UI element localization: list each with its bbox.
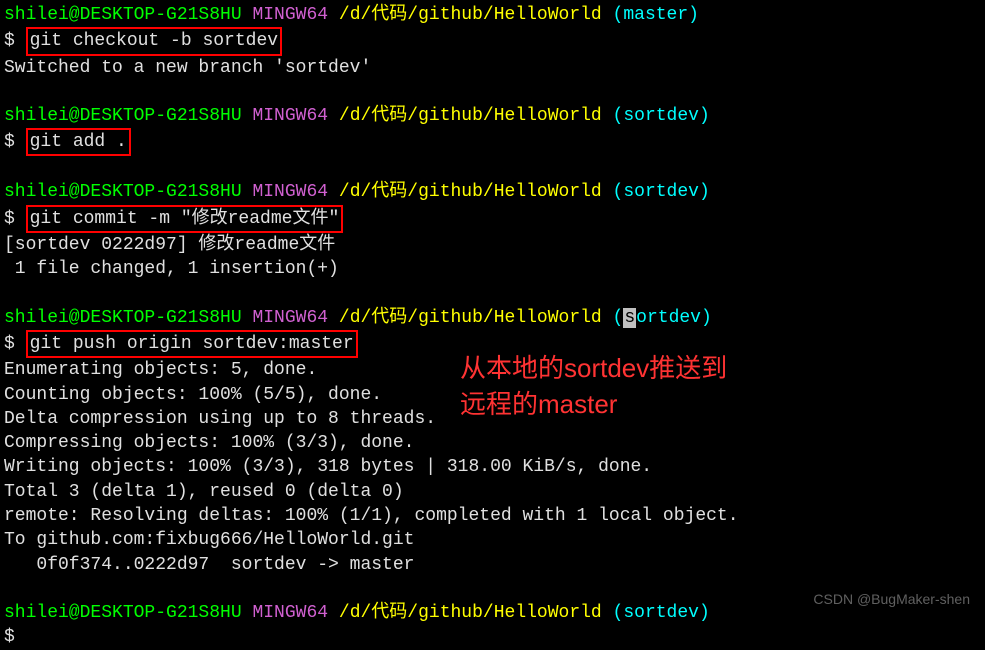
- output-to-remote: To github.com:fixbug666/HelloWorld.git: [4, 528, 981, 552]
- path-label: /d/代码/github/HelloWorld: [339, 182, 602, 202]
- dollar-sign: $: [4, 31, 26, 51]
- branch-label: (sortdev): [613, 182, 710, 202]
- env-label: MINGW64: [252, 106, 328, 126]
- output-ref-update: 0f0f374..0222d97 sortdev -> master: [4, 553, 981, 577]
- path-label: /d/代码/github/HelloWorld: [339, 5, 602, 25]
- branch-label: (sortdev): [613, 603, 710, 623]
- git-push-cmd: git push origin sortdev:master: [26, 330, 358, 358]
- output-files-changed: 1 file changed, 1 insertion(+): [4, 257, 981, 281]
- branch-rest: ortdev): [636, 308, 712, 328]
- command-line-1[interactable]: $ git checkout -b sortdev: [4, 27, 981, 55]
- prompt-line-3: shilei@DESKTOP-G21S8HU MINGW64 /d/代码/git…: [4, 180, 981, 204]
- command-line-2[interactable]: $ git add .: [4, 128, 981, 156]
- annotation-line-1: 从本地的sortdev推送到: [460, 350, 727, 386]
- output-commit-hash: [sortdev 0222d97] 修改readme文件: [4, 233, 981, 257]
- output-writing: Writing objects: 100% (3/3), 318 bytes |…: [4, 455, 981, 479]
- prompt-line-4: shilei@DESKTOP-G21S8HU MINGW64 /d/代码/git…: [4, 306, 981, 330]
- path-label: /d/代码/github/HelloWorld: [339, 106, 602, 126]
- prompt-line-1: shilei@DESKTOP-G21S8HU MINGW64 /d/代码/git…: [4, 3, 981, 27]
- user-host: shilei@DESKTOP-G21S8HU: [4, 5, 242, 25]
- branch-paren-open: (: [613, 308, 624, 328]
- user-host: shilei@DESKTOP-G21S8HU: [4, 106, 242, 126]
- prompt-line-2: shilei@DESKTOP-G21S8HU MINGW64 /d/代码/git…: [4, 104, 981, 128]
- env-label: MINGW64: [252, 308, 328, 328]
- git-commit-cmd: git commit -m "修改readme文件": [26, 205, 344, 233]
- dollar-sign: $: [4, 209, 26, 229]
- user-host: shilei@DESKTOP-G21S8HU: [4, 308, 242, 328]
- annotation-text: 从本地的sortdev推送到 远程的master: [460, 350, 727, 423]
- dollar-sign: $: [4, 334, 26, 354]
- output-compressing: Compressing objects: 100% (3/3), done.: [4, 431, 981, 455]
- output-switched-branch: Switched to a new branch 'sortdev': [4, 56, 981, 80]
- output-total: Total 3 (delta 1), reused 0 (delta 0): [4, 480, 981, 504]
- branch-label: (master): [613, 5, 699, 25]
- cursor-char: s: [623, 308, 636, 328]
- dollar-sign: $: [4, 132, 26, 152]
- env-label: MINGW64: [252, 5, 328, 25]
- env-label: MINGW64: [252, 603, 328, 623]
- git-checkout-cmd: git checkout -b sortdev: [26, 27, 282, 55]
- command-line-3[interactable]: $ git commit -m "修改readme文件": [4, 205, 981, 233]
- path-label: /d/代码/github/HelloWorld: [339, 603, 602, 623]
- annotation-line-2: 远程的master: [460, 386, 727, 422]
- output-remote: remote: Resolving deltas: 100% (1/1), co…: [4, 504, 981, 528]
- watermark: CSDN @BugMaker-shen: [813, 590, 970, 609]
- env-label: MINGW64: [252, 182, 328, 202]
- path-label: /d/代码/github/HelloWorld: [339, 308, 602, 328]
- command-line-5[interactable]: $: [4, 625, 981, 649]
- branch-label: (sortdev): [613, 106, 710, 126]
- user-host: shilei@DESKTOP-G21S8HU: [4, 182, 242, 202]
- user-host: shilei@DESKTOP-G21S8HU: [4, 603, 242, 623]
- git-add-cmd: git add .: [26, 128, 131, 156]
- dollar-sign: $: [4, 627, 15, 647]
